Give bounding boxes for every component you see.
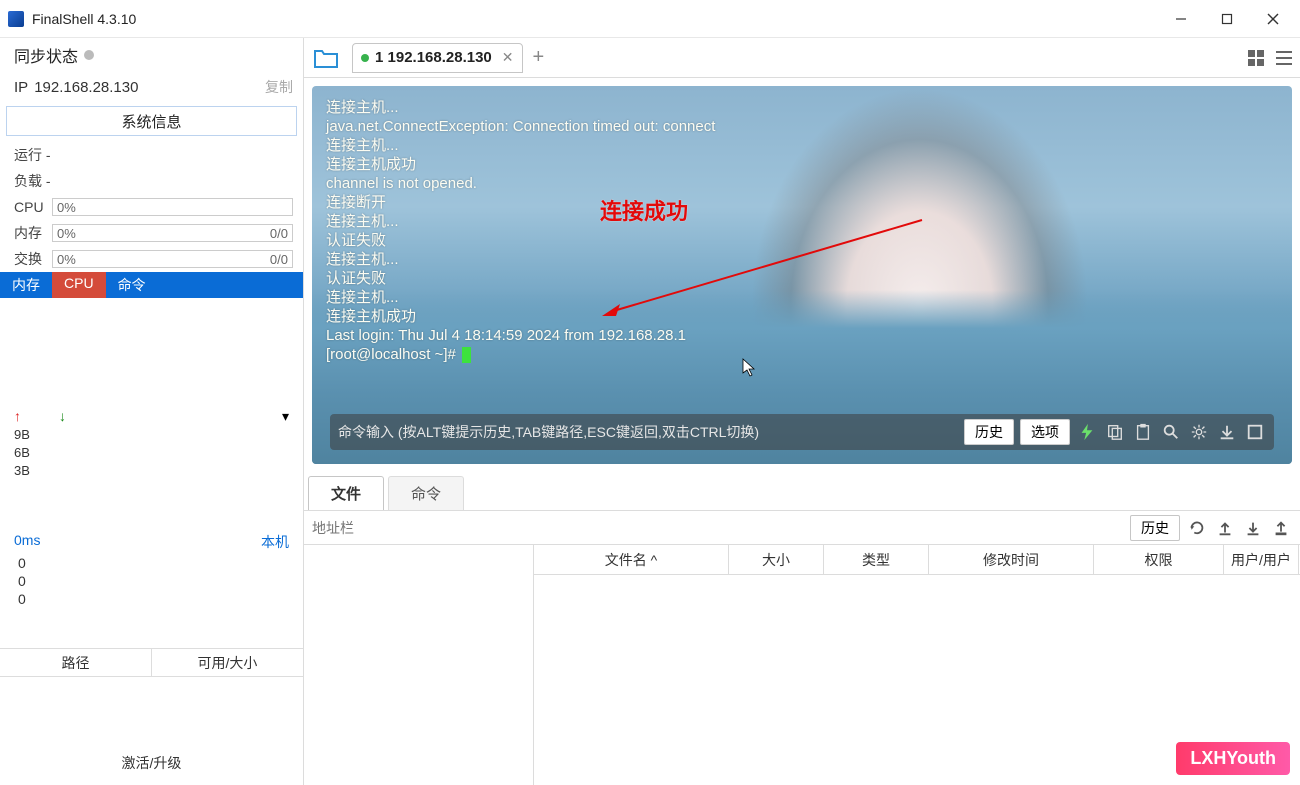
file-column-header[interactable]: 文件名 ^	[534, 545, 729, 574]
ip-value: 192.168.28.130	[34, 79, 265, 96]
ip-row: IP 192.168.28.130 复制	[0, 72, 303, 102]
dropdown-icon[interactable]: ▾	[282, 408, 289, 425]
upload-alt-icon[interactable]	[1270, 517, 1292, 539]
status-dot-icon	[361, 54, 369, 62]
sync-status-row: 同步状态	[0, 38, 303, 72]
memory-label: 内存	[14, 223, 52, 243]
sync-status-dot	[84, 50, 94, 60]
cpu-row: CPU 0%	[0, 194, 303, 220]
ping-row: 0ms 本机	[0, 530, 303, 554]
run-row: 运行 -	[0, 142, 303, 168]
tab-memory[interactable]: 内存	[0, 272, 52, 298]
options-button[interactable]: 选项	[1020, 419, 1070, 445]
memory-bar: 0%0/0	[52, 224, 293, 242]
size-col[interactable]: 可用/大小	[152, 649, 303, 676]
app-icon	[8, 11, 24, 27]
search-icon[interactable]	[1160, 421, 1182, 443]
address-input[interactable]	[312, 520, 1126, 536]
paste-icon[interactable]	[1132, 421, 1154, 443]
local-label[interactable]: 本机	[261, 532, 289, 552]
cpu-label: CPU	[14, 199, 52, 215]
cpu-bar: 0%	[52, 198, 293, 216]
ip-label: IP	[14, 79, 28, 96]
terminal[interactable]: 连接主机... java.net.ConnectException: Conne…	[312, 86, 1292, 464]
load-row: 负载 -	[0, 168, 303, 194]
upload-icon: ↑	[14, 408, 21, 424]
download-icon[interactable]	[1216, 421, 1238, 443]
minimize-button[interactable]	[1158, 4, 1204, 34]
swap-label: 交换	[14, 249, 52, 269]
bytes-list: 9B 6B 3B	[0, 426, 303, 480]
file-grid: 文件名 ^大小类型修改时间权限用户/用户	[304, 544, 1300, 785]
tab-cpu[interactable]: CPU	[52, 272, 106, 298]
file-column-header[interactable]: 修改时间	[929, 545, 1094, 574]
folder-icon[interactable]	[310, 42, 342, 74]
network-row: ↑ ↓ ▾	[0, 406, 303, 426]
file-column-header[interactable]: 用户/用户	[1224, 545, 1299, 574]
window-title: FinalShell 4.3.10	[32, 11, 1158, 27]
swap-bar: 0%0/0	[52, 250, 293, 268]
copy-icon[interactable]	[1104, 421, 1126, 443]
session-tab-label: 1 192.168.28.130	[375, 49, 492, 66]
command-bar: 历史 选项	[330, 414, 1274, 450]
maximize-button[interactable]	[1204, 4, 1250, 34]
close-tab-icon[interactable]: ✕	[502, 49, 514, 66]
file-column-header[interactable]: 类型	[824, 545, 929, 574]
bolt-icon[interactable]	[1076, 421, 1098, 443]
file-panel: 文件 命令 历史 文件名 ^大小类型修改时间权限用户/用户	[304, 472, 1300, 785]
monitor-chart	[0, 298, 303, 406]
system-info-button[interactable]: 系统信息	[6, 106, 297, 136]
content-area: 1 192.168.28.130 ✕ + 连接主机... java.net.Co…	[304, 38, 1300, 785]
tab-cmd[interactable]: 命令	[388, 476, 464, 510]
gear-icon[interactable]	[1188, 421, 1210, 443]
zeros-list: 0 0 0	[0, 554, 303, 608]
titlebar: FinalShell 4.3.10	[0, 0, 1300, 38]
swap-row: 交换 0%0/0	[0, 246, 303, 272]
watermark: LXHYouth	[1176, 742, 1290, 775]
copy-ip-button[interactable]: 复制	[265, 77, 293, 97]
path-col[interactable]: 路径	[0, 649, 152, 676]
address-history-button[interactable]: 历史	[1130, 515, 1180, 541]
path-table: 路径 可用/大小	[0, 648, 303, 677]
file-column-header[interactable]: 大小	[729, 545, 824, 574]
menu-icon[interactable]	[1274, 48, 1294, 68]
annotation-text: 连接成功	[600, 194, 688, 226]
upload-icon[interactable]	[1214, 517, 1236, 539]
refresh-icon[interactable]	[1186, 517, 1208, 539]
new-tab-button[interactable]: +	[533, 46, 545, 69]
file-column-header[interactable]: 权限	[1094, 545, 1224, 574]
session-tabbar: 1 192.168.28.130 ✕ +	[304, 38, 1300, 78]
sync-label: 同步状态	[14, 43, 78, 67]
tab-file[interactable]: 文件	[308, 476, 384, 510]
file-tree[interactable]	[304, 545, 534, 785]
file-tabs: 文件 命令	[304, 472, 1300, 510]
download-icon: ↓	[59, 408, 66, 424]
history-button[interactable]: 历史	[964, 419, 1014, 445]
fullscreen-icon[interactable]	[1244, 421, 1266, 443]
download-file-icon[interactable]	[1242, 517, 1264, 539]
cursor-icon	[462, 347, 471, 363]
sidebar: 同步状态 IP 192.168.28.130 复制 系统信息 运行 - 负载 -…	[0, 38, 304, 785]
command-input[interactable]	[338, 424, 958, 440]
address-bar: 历史	[304, 510, 1300, 544]
activate-button[interactable]: 激活/升级	[0, 745, 303, 781]
close-button[interactable]	[1250, 4, 1296, 34]
tab-command[interactable]: 命令	[106, 272, 158, 298]
memory-row: 内存 0%0/0	[0, 220, 303, 246]
session-tab[interactable]: 1 192.168.28.130 ✕	[352, 43, 523, 73]
ping-value: 0ms	[14, 532, 40, 552]
monitor-tabs: 内存 CPU 命令	[0, 272, 303, 298]
grid-view-icon[interactable]	[1246, 48, 1266, 68]
terminal-output: 连接主机... java.net.ConnectException: Conne…	[326, 98, 1278, 364]
